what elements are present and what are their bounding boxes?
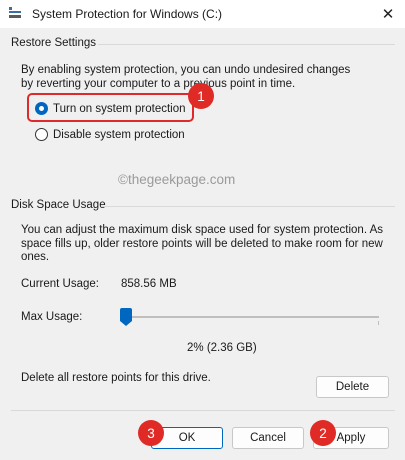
disk-space-divider [101,206,395,207]
disk-space-title: Disk Space Usage [11,199,106,211]
delete-button[interactable]: Delete [316,376,389,398]
current-usage-label: Current Usage: [21,278,99,290]
disk-space-description: You can adjust the maximum disk space us… [21,224,384,263]
system-icon [9,7,21,18]
cancel-button[interactable]: Cancel [232,427,304,449]
radio-checked-icon [35,102,48,115]
disable-protection-radio[interactable]: Disable system protection [35,128,185,141]
max-usage-label: Max Usage: [21,311,83,323]
max-usage-slider-track[interactable] [125,316,379,318]
restore-settings-title: Restore Settings [11,37,97,49]
slider-tick-end [378,321,379,325]
step-badge-1: 1 [188,83,214,109]
max-usage-value: 2% (2.36 GB) [187,342,257,354]
watermark: ©thegeekpage.com [118,172,236,187]
turn-on-protection-radio[interactable]: Turn on system protection [35,102,186,115]
close-button[interactable]: ✕ [371,0,405,28]
title-bar: System Protection for Windows (C:) ✕ [0,0,405,28]
radio-unchecked-icon [35,128,48,141]
turn-on-protection-label: Turn on system protection [53,102,186,115]
delete-description: Delete all restore points for this drive… [21,372,211,384]
max-usage-slider-thumb[interactable] [120,308,132,326]
current-usage-value: 858.56 MB [121,278,177,290]
step-badge-3: 3 [138,420,164,446]
disable-protection-label: Disable system protection [53,128,185,141]
footer-divider [11,410,395,411]
close-icon: ✕ [381,6,395,23]
step-badge-2: 2 [310,420,336,446]
restore-settings-divider [98,44,395,45]
window-title: System Protection for Windows (C:) [32,7,223,21]
restore-settings-description: By enabling system protection, you can u… [21,64,351,90]
